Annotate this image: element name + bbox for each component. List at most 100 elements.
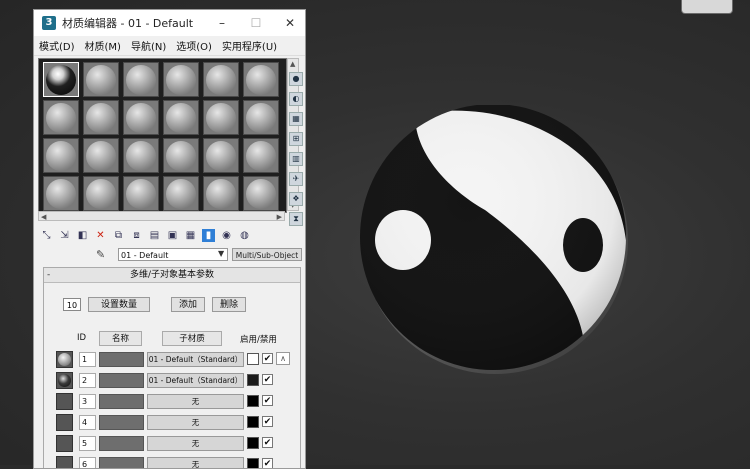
material-slot[interactable] [83, 100, 119, 135]
submaterial-thumbnail[interactable] [56, 351, 73, 368]
material-slot[interactable] [163, 62, 199, 97]
uv-tiling-icon[interactable]: ⊞ [289, 132, 303, 146]
enable-checkbox[interactable]: ✔ [262, 416, 273, 427]
material-slot[interactable] [203, 176, 239, 211]
color-swatch[interactable] [247, 458, 259, 468]
options-icon[interactable]: ❖ [289, 192, 303, 206]
viewcube-widget[interactable] [681, 0, 733, 14]
close-button[interactable]: ✕ [273, 10, 305, 36]
header-id[interactable]: ID [77, 333, 86, 343]
color-swatch[interactable] [247, 353, 259, 365]
eyedropper-icon[interactable]: ✎ [96, 248, 105, 261]
submaterial-button[interactable]: 无 [147, 394, 244, 409]
submaterial-name-field[interactable] [99, 373, 144, 388]
color-swatch[interactable] [247, 374, 259, 386]
color-swatch[interactable] [247, 437, 259, 449]
color-swatch[interactable] [247, 395, 259, 407]
material-type-button[interactable]: Multi/Sub-Object [232, 248, 302, 261]
submaterial-thumbnail[interactable] [56, 456, 73, 468]
material-count-field[interactable]: 10 [63, 298, 81, 311]
submaterial-id-field[interactable]: 6 [79, 457, 96, 468]
material-slot[interactable] [83, 176, 119, 211]
maximize-button[interactable]: ☐ [239, 10, 273, 36]
slots-horizontal-scrollbar[interactable]: ◀ ▶ [38, 211, 285, 221]
submaterial-thumbnail[interactable] [56, 393, 73, 410]
material-id-channel-icon[interactable]: ▣ [166, 229, 179, 242]
header-name[interactable]: 名称 [99, 331, 142, 346]
put-to-library-icon[interactable]: ▤ [148, 229, 161, 242]
menu-utilities[interactable]: 实用程序(U) [217, 38, 282, 53]
submaterial-id-field[interactable]: 1 [79, 352, 96, 367]
scroll-left-icon[interactable]: ◀ [41, 212, 46, 222]
make-preview-icon[interactable]: ✈ [289, 172, 303, 186]
material-slot[interactable] [43, 176, 79, 211]
assign-to-selection-icon[interactable]: ◧ [76, 229, 89, 242]
material-slot[interactable] [243, 176, 279, 211]
submaterial-button[interactable]: 无 [147, 415, 244, 430]
submaterial-name-field[interactable] [99, 394, 144, 409]
scroll-right-icon[interactable]: ▶ [277, 212, 282, 222]
rollout-header[interactable]: - 多维/子对象基本参数 [44, 268, 300, 283]
enable-checkbox[interactable]: ✔ [262, 353, 273, 364]
checker-background-icon[interactable]: ▦ [289, 112, 303, 126]
enable-checkbox[interactable]: ✔ [262, 437, 273, 448]
menu-material[interactable]: 材质(M) [80, 38, 126, 53]
add-button[interactable]: 添加 [171, 297, 205, 312]
material-slot[interactable] [243, 100, 279, 135]
header-onoff[interactable]: 启用/禁用 [240, 333, 277, 345]
material-slot[interactable] [163, 176, 199, 211]
reset-map-icon[interactable]: ✕ [94, 229, 107, 242]
submaterial-name-field[interactable] [99, 457, 144, 468]
material-slot[interactable] [83, 62, 119, 97]
material-slot[interactable] [123, 62, 159, 97]
submaterial-id-field[interactable]: 5 [79, 436, 96, 451]
menu-mode[interactable]: 模式(D) [34, 38, 80, 53]
show-end-result-icon[interactable]: ▮ [202, 228, 215, 242]
material-slot[interactable] [203, 100, 239, 135]
enable-checkbox[interactable]: ✔ [262, 458, 273, 468]
material-editor-window[interactable]: 3 材质编辑器 - 01 - Default – ☐ ✕ 模式(D) 材质(M)… [33, 9, 306, 469]
submaterial-button[interactable]: 无 [147, 436, 244, 451]
enable-checkbox[interactable]: ✔ [262, 374, 273, 385]
get-material-icon[interactable]: ⤡ [40, 229, 53, 242]
enable-checkbox[interactable]: ✔ [262, 395, 273, 406]
backlight-icon[interactable]: ◐ [289, 92, 303, 106]
rollout-toggle[interactable]: - [47, 268, 50, 282]
chevron-down-icon[interactable]: ▼ [218, 249, 224, 258]
submaterial-button[interactable]: 无 [147, 457, 244, 468]
color-swatch[interactable] [247, 416, 259, 428]
go-to-parent-icon[interactable]: ◉ [220, 229, 233, 242]
material-slot[interactable] [163, 138, 199, 173]
material-slot[interactable] [203, 62, 239, 97]
show-map-icon[interactable]: ▦ [184, 229, 197, 242]
set-number-button[interactable]: 设置数量 [88, 297, 150, 312]
material-slot[interactable] [243, 62, 279, 97]
menu-navigation[interactable]: 导航(N) [126, 38, 171, 53]
material-slot[interactable] [123, 176, 159, 211]
delete-button[interactable]: 删除 [212, 297, 246, 312]
sphere-sample-icon[interactable]: ● [289, 72, 303, 86]
header-submaterial[interactable]: 子材质 [162, 331, 222, 346]
submaterial-button[interactable]: 01 - Default（Standard） [147, 352, 244, 367]
submaterial-thumbnail[interactable] [56, 414, 73, 431]
submaterial-id-field[interactable]: 3 [79, 394, 96, 409]
put-to-scene-icon[interactable]: ⇲ [58, 229, 71, 242]
submaterial-name-field[interactable] [99, 436, 144, 451]
submaterial-thumbnail[interactable] [56, 372, 73, 389]
material-slot[interactable] [123, 138, 159, 173]
minimize-button[interactable]: – [205, 10, 239, 36]
scroll-up-icon[interactable]: ▲ [290, 59, 295, 69]
submaterial-id-field[interactable]: 4 [79, 415, 96, 430]
video-color-check-icon[interactable]: ▥ [289, 152, 303, 166]
material-name-field[interactable]: 01 - Default [118, 248, 228, 261]
make-unique-icon[interactable]: ⧈ [130, 229, 143, 242]
submaterial-button[interactable]: 01 - Default（Standard） [147, 373, 244, 388]
submaterial-id-field[interactable]: 2 [79, 373, 96, 388]
material-slot[interactable] [163, 100, 199, 135]
submaterial-thumbnail[interactable] [56, 435, 73, 452]
select-by-material-icon[interactable]: ⧗ [289, 212, 303, 226]
material-slot[interactable] [203, 138, 239, 173]
material-slot[interactable] [43, 100, 79, 135]
submaterial-name-field[interactable] [99, 415, 144, 430]
title-bar[interactable]: 3 材质编辑器 - 01 - Default – ☐ ✕ [34, 10, 305, 36]
